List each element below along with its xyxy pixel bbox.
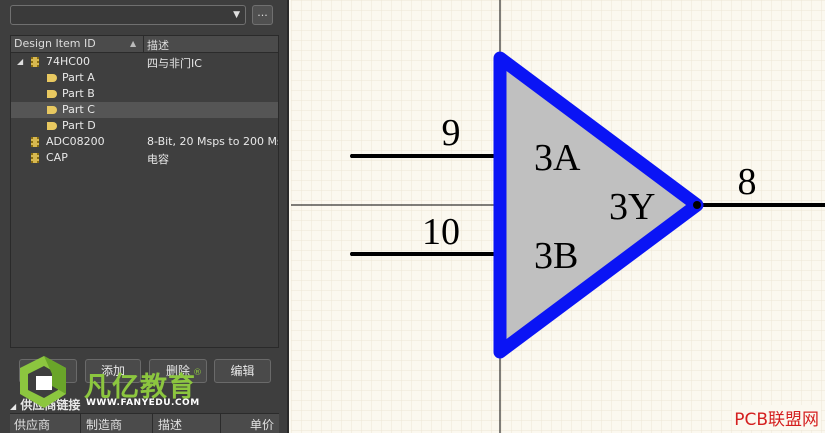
sort-ascending-icon: ▲ (130, 39, 137, 48)
part-icon (47, 106, 57, 114)
column-header-manufacturer[interactable]: 制造商 (86, 416, 122, 433)
component-icon (31, 57, 39, 67)
chevron-down-icon[interactable]: ▼ (233, 10, 240, 20)
tree-row-description: 电容 (147, 153, 169, 166)
tree-row-label: 74HC00 (46, 55, 90, 68)
collapse-triangle-icon[interactable]: ◢ (10, 402, 16, 411)
tree-row-description: 四与非门IC (147, 57, 202, 70)
pin-8-connection (693, 201, 701, 209)
tree-row-label: Part C (62, 103, 95, 116)
pin-8-number: 8 (738, 161, 757, 203)
schematic-drawing[interactable]: 9 10 8 3A 3B 3Y (291, 0, 825, 433)
tree-row-part-c[interactable]: Part C (11, 102, 278, 118)
tree-row-label: Part B (62, 87, 95, 100)
column-header-design-item-id[interactable]: Design Item ID (14, 37, 96, 50)
part-icon (47, 122, 57, 130)
tree-row-label: CAP (46, 151, 68, 164)
tree-row-part-d[interactable]: Part D (11, 118, 278, 134)
tree-row-label: Part A (62, 71, 95, 84)
pin-3b-name: 3B (534, 235, 578, 277)
library-panel: ▼ ... Design Item ID ▲ 描述 ◢ 74HC00 四与非门I… (0, 0, 289, 433)
tree-header: Design Item ID ▲ 描述 (11, 36, 278, 53)
pin-10-number: 10 (422, 211, 460, 253)
pcb-watermark: PCB联盟网 (732, 405, 821, 430)
tree-row-74hc00[interactable]: ◢ 74HC00 四与非门IC (11, 54, 278, 70)
column-divider[interactable] (143, 36, 144, 53)
column-header-description[interactable]: 描述 (147, 37, 169, 53)
tree-row-description: 8-Bit, 20 Msps to 200 Msps (147, 135, 278, 148)
supplier-grid-header: 供应商 制造商 描述 单价 (10, 413, 279, 433)
tree-row-part-b[interactable]: Part B (11, 86, 278, 102)
registered-mark: ® (193, 368, 202, 378)
column-header-description[interactable]: 描述 (158, 416, 182, 433)
component-icon (31, 153, 39, 163)
column-header-supplier[interactable]: 供应商 (14, 416, 50, 433)
browse-button[interactable]: ... (252, 5, 273, 25)
tree-row-cap[interactable]: CAP 电容 (11, 150, 278, 166)
pin-9-number: 9 (442, 112, 461, 154)
pin-9-hotspot (350, 154, 354, 158)
schematic-canvas[interactable]: 9 10 8 3A 3B 3Y PCB联盟网 (291, 0, 825, 433)
component-icon (31, 137, 39, 147)
pin-3y-name: 3Y (609, 186, 655, 228)
column-divider[interactable] (152, 414, 153, 433)
column-header-unit-price[interactable]: 单价 (250, 416, 274, 433)
tree-row-label: ADC08200 (46, 135, 105, 148)
part-icon (47, 90, 57, 98)
collapse-triangle-icon[interactable]: ◢ (17, 57, 23, 66)
column-divider[interactable] (220, 414, 221, 433)
library-select[interactable]: ▼ (10, 5, 246, 25)
edit-button[interactable]: 编辑 (214, 359, 271, 383)
tree-row-adc08200[interactable]: ADC08200 8-Bit, 20 Msps to 200 Msps (11, 134, 278, 150)
pin-3a-name: 3A (534, 137, 581, 179)
logo-url: WWW.FANYEDU.COM (86, 398, 200, 408)
tree-row-label: Part D (62, 119, 96, 132)
pin-10-hotspot (350, 252, 354, 256)
fanyedu-logo-icon (20, 356, 66, 408)
column-divider[interactable] (80, 414, 81, 433)
tree-row-part-a[interactable]: Part A (11, 70, 278, 86)
part-icon (47, 74, 57, 82)
component-tree: Design Item ID ▲ 描述 ◢ 74HC00 四与非门IC Part… (10, 35, 279, 348)
